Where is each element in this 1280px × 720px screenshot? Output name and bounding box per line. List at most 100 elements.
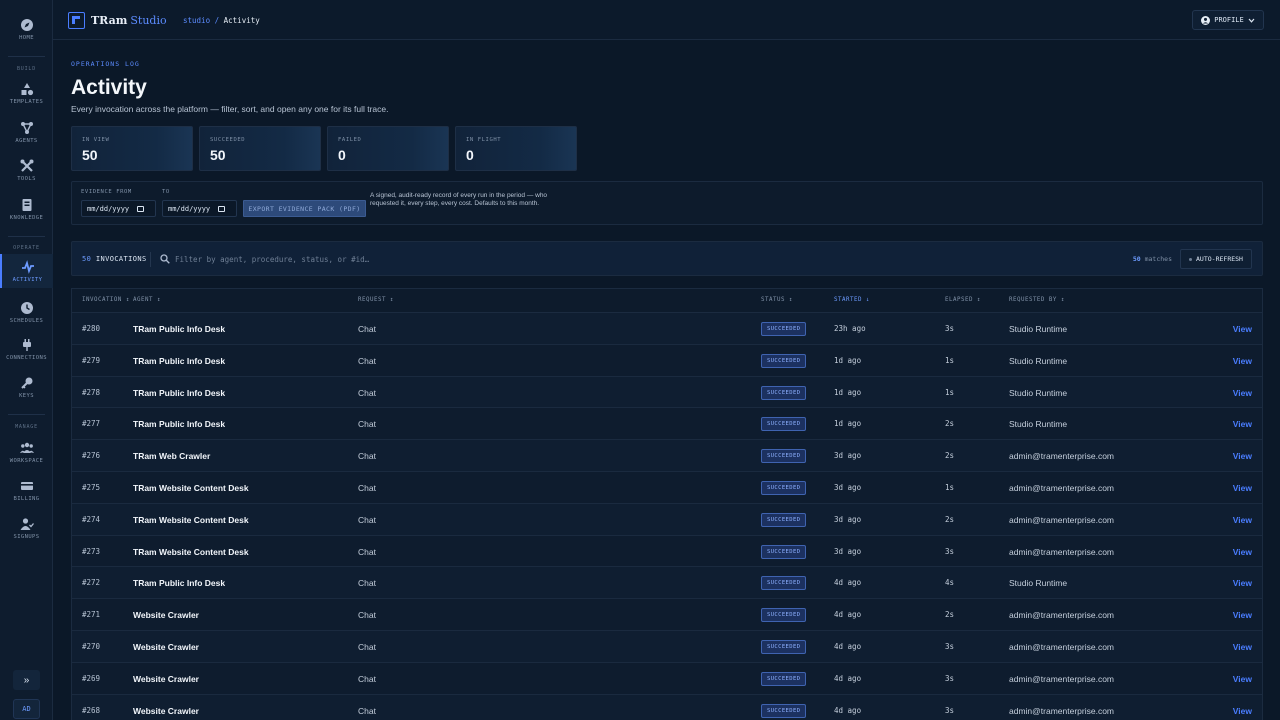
table-row[interactable]: #278 TRam Public Info Desk Chat SUCCEEDE… (72, 376, 1262, 409)
expand-sidebar-button[interactable]: » (13, 670, 40, 690)
sidebar-item-activity[interactable]: ACTIVITY (0, 254, 53, 288)
sidebar-item-keys[interactable]: KEYS (0, 376, 53, 399)
started-time: 4d ago (834, 641, 862, 651)
status-badge: SUCCEEDED (761, 385, 807, 400)
breadcrumb-sep: / (214, 16, 220, 25)
sidebar-item-label: TOOLS (17, 176, 36, 182)
started-time: 3d ago (834, 546, 862, 556)
agent-name: TRam Web Crawler (133, 451, 211, 462)
column-elapsed[interactable]: ELAPSED ↕ (945, 297, 981, 303)
page-subtitle: Every invocation across the platform — f… (71, 104, 389, 114)
view-link[interactable]: View (1233, 706, 1252, 716)
view-link[interactable]: View (1233, 515, 1252, 525)
avatar[interactable]: AD (13, 699, 40, 719)
elapsed-time: 3s (945, 546, 955, 556)
table-row[interactable]: #280 TRam Public Info Desk Chat SUCCEEDE… (72, 313, 1262, 345)
table-row[interactable]: #273 TRam Website Content Desk Chat SUCC… (72, 535, 1262, 568)
sidebar-item-templates[interactable]: TEMPLATES (0, 82, 53, 105)
sidebar-item-tools[interactable]: TOOLS (0, 159, 53, 182)
stat-label: IN VIEW (82, 137, 110, 143)
view-link[interactable]: View (1233, 642, 1252, 652)
calendar-icon[interactable] (137, 205, 145, 212)
elapsed-time: 2s (945, 419, 955, 429)
invocation-id: #275 (82, 482, 101, 492)
count-number: 50 (82, 255, 92, 263)
table-row[interactable]: #275 TRam Website Content Desk Chat SUCC… (72, 471, 1262, 504)
elapsed-time: 2s (945, 514, 955, 524)
divider (8, 56, 45, 57)
column-invocation[interactable]: INVOCATION ↕ (82, 297, 130, 303)
evidence-note: A signed, audit-ready record of every ru… (370, 192, 548, 207)
requested-by: admin@tramenterprise.com (1009, 673, 1114, 684)
table-row[interactable]: #271 Website Crawler Chat SUCCEEDED 4d a… (72, 599, 1262, 631)
status-badge: SUCCEEDED (761, 608, 807, 623)
sidebar-item-workspace[interactable]: WORKSPACE (0, 441, 53, 464)
search-icon (160, 254, 170, 264)
sidebar: HOME BUILD TEMPLATES AGENTS TOOLS KNOWLE… (0, 0, 53, 720)
evidence-to-field[interactable]: mm/dd/yyyy (162, 200, 237, 217)
view-link[interactable]: View (1233, 324, 1252, 334)
stat-value: 50 (210, 147, 226, 163)
table-row[interactable]: #276 TRam Web Crawler Chat SUCCEEDED 3d … (72, 440, 1262, 472)
table-row[interactable]: #269 Website Crawler Chat SUCCEEDED 4d a… (72, 662, 1262, 695)
sidebar-item-schedules[interactable]: SCHEDULES (0, 301, 53, 324)
invocation-id: #279 (82, 355, 101, 365)
elapsed-time: 2s (945, 451, 955, 461)
view-link[interactable]: View (1233, 483, 1252, 493)
sidebar-item-connections[interactable]: CONNECTIONS (0, 338, 53, 361)
invocation-id: #276 (82, 451, 101, 461)
view-link[interactable]: View (1233, 451, 1252, 461)
search-input[interactable] (175, 251, 675, 268)
column-request[interactable]: REQUEST ↕ (358, 297, 394, 303)
invocation-id: #277 (82, 419, 101, 429)
view-link[interactable]: View (1233, 388, 1252, 398)
view-link[interactable]: View (1233, 578, 1252, 588)
column-status[interactable]: STATUS ↕ (761, 297, 793, 303)
view-link[interactable]: View (1233, 547, 1252, 557)
divider (150, 252, 151, 267)
profile-button[interactable]: PROFILE (1192, 10, 1264, 30)
plug-icon (22, 339, 31, 351)
matches-count: 50 matches (1133, 255, 1172, 263)
brand[interactable]: TRam Studio (91, 14, 167, 27)
calendar-icon[interactable] (218, 205, 226, 212)
table-row[interactable]: #279 TRam Public Info Desk Chat SUCCEEDE… (72, 344, 1262, 377)
sidebar-item-knowledge[interactable]: KNOWLEDGE (0, 198, 53, 221)
request-type: Chat (358, 324, 376, 334)
column-agent[interactable]: AGENT ↕ (133, 297, 161, 303)
sidebar-item-agents[interactable]: AGENTS (0, 121, 53, 144)
activity-icon (21, 259, 34, 274)
export-evidence-button[interactable]: EXPORT EVIDENCE PACK (PDF) (243, 200, 366, 217)
table-row[interactable]: #272 TRam Public Info Desk Chat SUCCEEDE… (72, 567, 1262, 600)
table-row[interactable]: #270 Website Crawler Chat SUCCEEDED 4d a… (72, 630, 1262, 663)
invocation-id: #271 (82, 610, 101, 620)
view-link[interactable]: View (1233, 610, 1252, 620)
logo-icon[interactable] (68, 12, 85, 29)
sidebar-item-label: AGENTS (15, 138, 38, 144)
view-link[interactable]: View (1233, 356, 1252, 366)
elapsed-time: 1s (945, 387, 955, 397)
evidence-from-label: EVIDENCE FROM (81, 189, 132, 195)
sidebar-item-billing[interactable]: BILLING (0, 479, 53, 502)
invocation-id: #270 (82, 641, 101, 651)
elapsed-time: 3s (945, 673, 955, 683)
table-row[interactable]: #274 TRam Website Content Desk Chat SUCC… (72, 503, 1262, 536)
sidebar-item-home[interactable]: HOME (0, 18, 53, 41)
table-row[interactable]: #277 TRam Public Info Desk Chat SUCCEEDE… (72, 408, 1262, 441)
column-started[interactable]: STARTED ↓ (834, 297, 870, 303)
elapsed-time: 3s (945, 641, 955, 651)
agent-name: TRam Public Info Desk (133, 419, 226, 430)
column-requested-by[interactable]: REQUESTED BY ↕ (1009, 297, 1065, 303)
view-link[interactable]: View (1233, 674, 1252, 684)
auto-refresh-toggle[interactable]: AUTO-REFRESH (1180, 249, 1252, 269)
table-row[interactable]: #268 Website Crawler Chat SUCCEEDED 4d a… (72, 694, 1262, 720)
started-time: 4d ago (834, 673, 862, 683)
sidebar-item-label: HOME (19, 35, 34, 41)
requested-by: admin@tramenterprise.com (1009, 482, 1114, 493)
view-link[interactable]: View (1233, 419, 1252, 429)
sidebar-item-signups[interactable]: SIGNUPS (0, 517, 53, 540)
status-badge: SUCCEEDED (761, 512, 807, 527)
evidence-from-field[interactable]: mm/dd/yyyy (81, 200, 156, 217)
agent-name: Website Crawler (133, 641, 199, 652)
breadcrumb-root[interactable]: studio (183, 16, 210, 25)
